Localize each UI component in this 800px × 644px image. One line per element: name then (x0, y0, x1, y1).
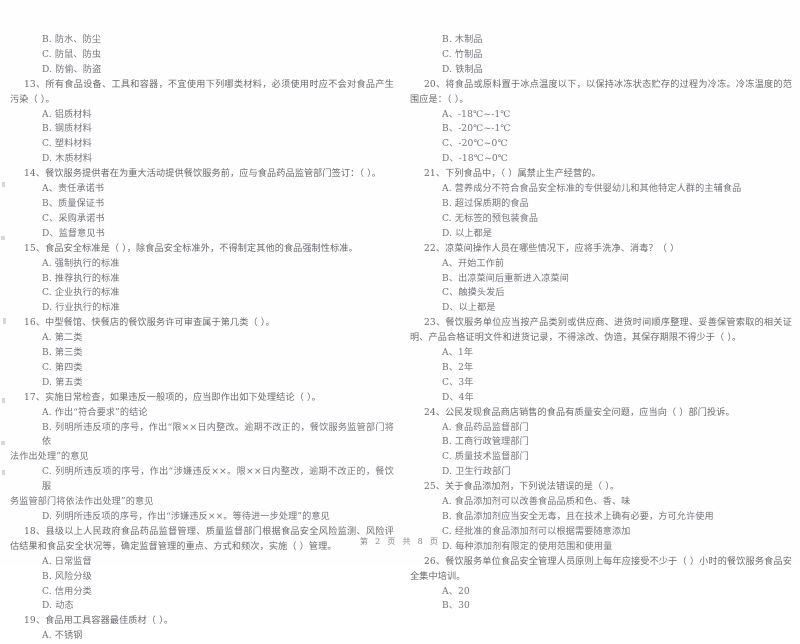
left-column: B. 防水、防尘 C. 防鼠、防虫 D. 防偷、防盗 13、所有食品设备、工具和容器，… (0, 33, 400, 644)
two-column-body: B. 防水、防尘 C. 防鼠、防虫 D. 防偷、防盗 13、所有食品设备、工具和容器，… (0, 33, 800, 644)
question-option: C. 无标签的预包装食品 (442, 213, 539, 224)
question-option: A、开始工作前 (442, 258, 505, 269)
question-option: C. 信用分类 (42, 586, 92, 597)
question-option: C. 防鼠、防虫 (42, 49, 102, 60)
question-option: C、-20℃~0℃ (442, 139, 508, 150)
question-option: A、-18℃~-1℃ (442, 109, 511, 120)
question-stem: 21、下列食品中，（ ）属禁止生产经营的。 (424, 169, 601, 180)
question-option: B. 推荐执行的标准 (42, 273, 120, 284)
question-option: B. 列明所违反项的序号，作出“限××日内整改。逾期不改正的，餐饮服务监管部门将… (10, 421, 394, 466)
question-stem: 14、餐饮服务提供者在为重大活动提供餐饮服务前，应与食品药品监管部门签订：（ ）… (24, 169, 382, 180)
question-stem: 25、关于食品添加剂，下列说法错误的是（ ）。 (424, 482, 620, 493)
question-option: D、-18℃~0℃ (442, 154, 509, 165)
question-option: B、质量保证书 (42, 198, 105, 209)
question-option: A. 日常监督 (42, 556, 92, 567)
question-option: B. 风险分级 (42, 571, 92, 582)
question-option: B、-20℃~-1℃ (442, 124, 511, 135)
option-line: B. 列明所违反项的序号，作出“限××日内整改。逾期不改正的，餐饮服务监管部门将… (42, 422, 394, 448)
question-option: C、触摸头发后 (442, 288, 505, 299)
question-option: C、3年 (442, 377, 474, 388)
question-option: A. 第二类 (42, 333, 83, 344)
question-option: B. 第三类 (42, 348, 83, 359)
question-option: C. 企业执行的标准 (42, 288, 120, 299)
page-footer: 第 2 页 共 8 页 (359, 536, 441, 546)
question-stem: 13、所有食品设备、工具和容器，不宜使用下列哪类材料，必须使用时应不会对食品产生… (10, 79, 394, 105)
question-option: A. 营养成分不符合食品安全标准的专供婴幼儿和其他特定人群的主辅食品 (442, 184, 742, 195)
question-option: D. 第五类 (42, 377, 83, 388)
option-line: C. 列明所违反项的序号，作出“涉嫌违反××。限××日内整改，逾期不改正的，餐饮… (42, 467, 394, 493)
question-option: B. 工商行政管理部门 (442, 437, 529, 448)
right-column: B. 木制品 C. 竹制品 D. 铁制品 20、将食品或原料置于冰点温度以下，以保持冰… (400, 33, 800, 614)
question-stem: 24、公民发现食品商店销售的食品有质量安全问题，应当向（ ）部门投诉。 (424, 407, 735, 418)
question-option: A. 食品添加剂可以改善食品品质和色、香、味 (442, 497, 631, 508)
question-option: B、2年 (442, 362, 474, 373)
question-option: D. 行业执行的标准 (42, 303, 120, 314)
question-stem: 23、餐饮服务单位应当按产品类别或供应商、进货时间顺序整理、妥善保管索取的相关证… (410, 318, 792, 344)
question-option: D. 卫生行政部门 (442, 467, 511, 478)
question-stem: 16、中型餐馆、快餐店的餐饮服务许可审查属于第几类（ ）。 (24, 318, 275, 329)
question-option: B. 超过保质期的食品 (442, 198, 529, 209)
question-option: C. 列明所违反项的序号，作出“涉嫌违反××。限××日内整改，逾期不改正的，餐饮… (10, 465, 394, 510)
question-option: C. 第四类 (42, 362, 83, 373)
question-option: C. 塑料材料 (42, 139, 92, 150)
question-option: B、出凉菜间后重新进入凉菜间 (442, 273, 570, 284)
question-option: D、4年 (442, 392, 474, 403)
question-option: B. 食品添加剂应当安全无毒，且在技术上确有必要，方可允许使用 (442, 512, 714, 522)
question-option: C. 质量技术监督部门 (442, 452, 529, 463)
option-continuation-line: 务监管部门将依法作出处理”的意见 (10, 497, 154, 508)
question-option: D. 铁制品 (442, 64, 483, 75)
question-stem: 19、食品用工具容器最佳质材（ ）。 (24, 616, 174, 627)
question-option: D、以上都是 (442, 303, 496, 314)
question-option: A、责任承诺书 (42, 184, 105, 195)
question-option: C、采购承诺书 (42, 213, 105, 224)
question-stem: 17、实施日常检查，如果违反一般项的，应当即作出如下处理结论（ ）。 (24, 392, 321, 403)
question-stem: 26、餐饮服务单位食品安全管理人员原则上每年应接受不少于（ ）小时的餐饮服务食品… (410, 556, 792, 582)
question-option: A. 不锈钢 (42, 631, 83, 642)
question-option: B. 木制品 (442, 35, 483, 45)
question-stem: 15、食品安全标准是（ ），除食品安全标准外，不得制定其他的食品强制性标准。 (24, 243, 358, 254)
question-option: D. 木质材料 (42, 154, 93, 165)
exam-page: B. 防水、防尘 C. 防鼠、防虫 D. 防偷、防盗 13、所有食品设备、工具和容器，… (0, 0, 800, 641)
option-continuation-line: 法作出处理”的意见 (10, 452, 89, 463)
question-option: B、30 (442, 601, 470, 612)
question-option: C. 竹制品 (442, 49, 483, 60)
question-option: A. 铝质材料 (42, 109, 92, 120)
question-option: A. 强制执行的标准 (42, 258, 120, 269)
question-option: A、1年 (442, 348, 474, 359)
question-option: D、监督意见书 (42, 228, 105, 239)
question-option: D. 列明所违反项的序号，作出“涉嫌违反××。等待进一步处理”的意见 (42, 512, 330, 522)
question-stem: 20、将食品或原料置于冰点温度以下，以保持冰冻状态贮存的过程为冷冻。冷冻温度的范… (410, 79, 792, 105)
question-option: A. 作出“符合要求”的结论 (42, 407, 148, 418)
question-stem: 22、凉菜间操作人员在哪些情况下，应将手洗净、消毒？（ ） (424, 243, 680, 254)
question-option: B. 防水、防尘 (42, 35, 102, 45)
question-option: D. 动态 (42, 601, 74, 612)
question-option: A. 食品药品监督部门 (442, 422, 529, 433)
question-option: D. 以上都是 (442, 228, 493, 239)
question-option: A、20 (442, 586, 470, 597)
question-option: D. 防偷、防盗 (42, 64, 102, 75)
question-option: B. 钢质材料 (42, 124, 92, 135)
